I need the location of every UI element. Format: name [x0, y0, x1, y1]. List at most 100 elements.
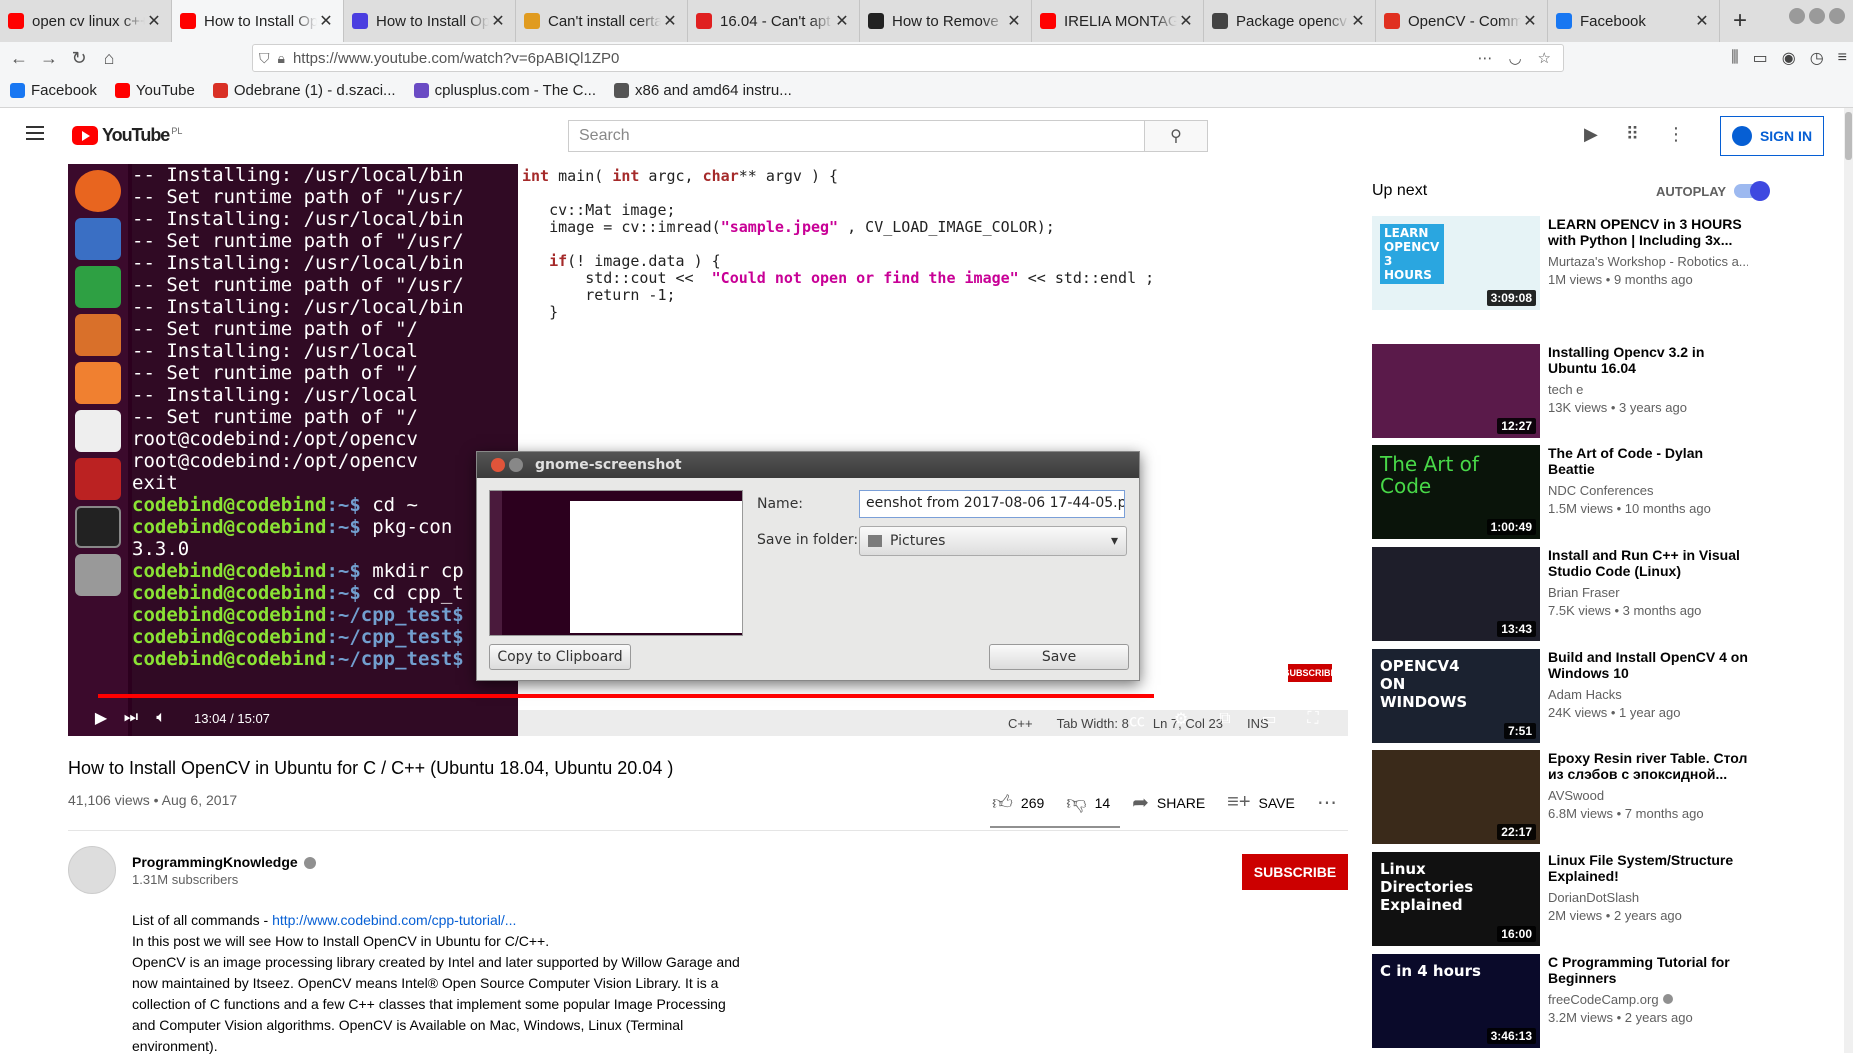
- recommended-video[interactable]: 22:17 Epoxy Resin river Table. Стол из сл…: [1372, 750, 1772, 846]
- search-button[interactable]: ⚲: [1144, 120, 1208, 152]
- maximize-button[interactable]: [1809, 8, 1825, 24]
- hamburger-menu-icon[interactable]: [26, 126, 44, 140]
- video-thumbnail[interactable]: 13:43: [1372, 547, 1540, 641]
- tab-close-icon[interactable]: ✕: [317, 11, 335, 31]
- copy-to-clipboard-button[interactable]: Copy to Clipboard: [489, 644, 631, 670]
- settings-icon[interactable]: ⚙: [1166, 704, 1196, 734]
- tab-close-icon[interactable]: ✕: [1693, 11, 1711, 31]
- dialog-minimize-icon[interactable]: [509, 458, 523, 472]
- library-icon[interactable]: ⫼: [1731, 49, 1738, 67]
- save-button[interactable]: Save: [989, 644, 1129, 670]
- like-button[interactable]: 👍︎ 269: [992, 791, 1044, 815]
- tab-close-icon[interactable]: ✕: [1177, 11, 1195, 31]
- recommended-video[interactable]: 13:43 Install and Run C++ in Visual Studi…: [1372, 547, 1772, 643]
- pocket-icon[interactable]: ◡: [1508, 49, 1521, 67]
- bookmark-star-icon[interactable]: ☆: [1538, 49, 1551, 67]
- autoplay-toggle[interactable]: [1734, 181, 1770, 201]
- tab-close-icon[interactable]: ✕: [1005, 11, 1023, 31]
- bookmark-item[interactable]: Odebrane (1) - d.szaci...: [212, 82, 396, 99]
- progress-bar[interactable]: [98, 694, 1320, 698]
- tab-close-icon[interactable]: ✕: [1521, 11, 1539, 31]
- close-window-button[interactable]: [1829, 8, 1845, 24]
- browser-tab[interactable]: 16.04 - Can't apt ✕: [688, 0, 860, 42]
- video-title[interactable]: Installing Opencv 3.2 in Ubuntu 16.04: [1548, 344, 1748, 376]
- video-thumbnail[interactable]: 22:17: [1372, 750, 1540, 844]
- home-button[interactable]: ⌂: [94, 43, 124, 73]
- minimize-button[interactable]: [1789, 8, 1805, 24]
- video-title[interactable]: Linux File System/Structure Explained!: [1548, 852, 1748, 884]
- timer-icon[interactable]: ◷: [1810, 48, 1824, 68]
- theater-mode-icon[interactable]: ▭: [1254, 704, 1284, 734]
- channel-name[interactable]: Brian Fraser: [1548, 585, 1748, 600]
- menu-icon[interactable]: ≡: [1838, 49, 1847, 67]
- video-thumbnail[interactable]: LEARN OPENCV 3 HOURS 3:09:08: [1372, 216, 1540, 310]
- apps-grid-icon[interactable]: ⠿: [1626, 124, 1639, 145]
- page-actions-icon[interactable]: ⋯: [1477, 49, 1492, 67]
- video-thumbnail[interactable]: Linux Directories Explained 16:00: [1372, 852, 1540, 946]
- channel-name[interactable]: DorianDotSlash: [1548, 890, 1748, 905]
- recommended-video[interactable]: 12:27 Installing Opencv 3.2 in Ubuntu 16.…: [1372, 344, 1772, 440]
- filename-field[interactable]: eenshot from 2017-08-06 17-44-05.png: [859, 490, 1125, 518]
- bookmark-item[interactable]: YouTube: [114, 82, 195, 99]
- search-input[interactable]: Search: [568, 120, 1144, 152]
- back-button[interactable]: ←: [4, 43, 34, 73]
- channel-name[interactable]: NDC Conferences: [1548, 483, 1748, 498]
- address-bar[interactable]: ⛉ 🔒︎ https://www.youtube.com/watch?v=6pA…: [252, 44, 1564, 72]
- browser-tab[interactable]: Package opencv ✕: [1204, 0, 1376, 42]
- channel-name[interactable]: AVSwood: [1548, 788, 1748, 803]
- channel-name[interactable]: ProgrammingKnowledge: [132, 854, 316, 870]
- tab-close-icon[interactable]: ✕: [1349, 11, 1367, 31]
- subtitles-icon[interactable]: ㏄: [1122, 704, 1152, 734]
- sign-in-button[interactable]: SIGN IN: [1720, 116, 1824, 156]
- browser-tab[interactable]: How to Install OpenCV✕: [172, 0, 344, 42]
- video-thumbnail[interactable]: OPENCV4 ON WINDOWS 7:51: [1372, 649, 1540, 743]
- video-title[interactable]: Install and Run C++ in Visual Studio Cod…: [1548, 547, 1748, 579]
- browser-tab[interactable]: Can't install certain✕: [516, 0, 688, 42]
- video-title[interactable]: LEARN OPENCV in 3 HOURS with Python | In…: [1548, 216, 1748, 248]
- sidebar-icon[interactable]: ▭: [1753, 48, 1768, 68]
- video-title[interactable]: C Programming Tutorial for Beginners: [1548, 954, 1748, 986]
- reload-button[interactable]: ↻: [64, 43, 94, 73]
- tab-close-icon[interactable]: ✕: [661, 11, 679, 31]
- account-icon[interactable]: ◉: [1782, 48, 1796, 68]
- description-link[interactable]: http://www.codebind.com/cpp-tutorial/...: [272, 912, 516, 928]
- channel-avatar[interactable]: [68, 846, 116, 894]
- video-thumbnail[interactable]: The Art of Code 1:00:49: [1372, 445, 1540, 539]
- channel-name[interactable]: tech e: [1548, 382, 1748, 397]
- miniplayer-icon[interactable]: ⧉: [1210, 704, 1240, 734]
- browser-tab[interactable]: Facebook ✕: [1548, 0, 1720, 42]
- video-title[interactable]: The Art of Code - Dylan Beattie: [1548, 445, 1748, 477]
- channel-name[interactable]: Adam Hacks: [1548, 687, 1748, 702]
- browser-tab[interactable]: open cv linux c++ ✕: [0, 0, 172, 42]
- browser-tab[interactable]: IRELIA MONTAGE✕: [1032, 0, 1204, 42]
- volume-icon[interactable]: 🔈︎: [146, 703, 176, 733]
- dialog-close-icon[interactable]: [491, 458, 505, 472]
- subscribe-button[interactable]: SUBSCRIBE: [1242, 854, 1348, 890]
- dislike-button[interactable]: 👎︎ 14: [1066, 791, 1110, 815]
- tab-close-icon[interactable]: ✕: [833, 11, 851, 31]
- share-button[interactable]: ➦ SHARE: [1132, 790, 1205, 815]
- folder-select[interactable]: Pictures ▾: [859, 526, 1127, 556]
- next-icon[interactable]: ⏭: [116, 703, 146, 733]
- video-player[interactable]: -- Installing: /usr/local/bin -- Set runt…: [68, 164, 1348, 736]
- video-title[interactable]: Epoxy Resin river Table. Стол из слэбов …: [1548, 750, 1748, 782]
- recommended-video[interactable]: LEARN OPENCV 3 HOURS 3:09:08 LEARN OPENCV …: [1372, 216, 1772, 312]
- browser-tab[interactable]: How to Remove ✕: [860, 0, 1032, 42]
- recommended-video[interactable]: Linux Directories Explained 16:00 Linux Fi…: [1372, 852, 1772, 948]
- tab-close-icon[interactable]: ✕: [489, 11, 507, 31]
- create-video-icon[interactable]: ▶︎: [1584, 124, 1598, 145]
- channel-name[interactable]: Murtaza's Workshop - Robotics a...: [1548, 254, 1748, 269]
- video-title[interactable]: Build and Install OpenCV 4 on Windows 10: [1548, 649, 1748, 681]
- channel-name[interactable]: freeCodeCamp.org: [1548, 992, 1748, 1007]
- video-thumbnail[interactable]: C in 4 hours 3:46:13: [1372, 954, 1540, 1048]
- url-text[interactable]: https://www.youtube.com/watch?v=6pABIQl1…: [293, 50, 1478, 67]
- page-scrollbar[interactable]: [1844, 108, 1853, 1053]
- tab-close-icon[interactable]: ✕: [145, 11, 163, 31]
- settings-dots-icon[interactable]: ⋮: [1667, 124, 1685, 145]
- browser-tab[interactable]: OpenCV - Comm ✕: [1376, 0, 1548, 42]
- video-thumbnail[interactable]: 12:27: [1372, 344, 1540, 438]
- bookmark-item[interactable]: cplusplus.com - The C...: [413, 82, 596, 99]
- recommended-video[interactable]: OPENCV4 ON WINDOWS 7:51 Build and Install …: [1372, 649, 1772, 745]
- bookmark-item[interactable]: x86 and amd64 instru...: [614, 82, 792, 99]
- new-tab-button[interactable]: +: [1720, 0, 1760, 42]
